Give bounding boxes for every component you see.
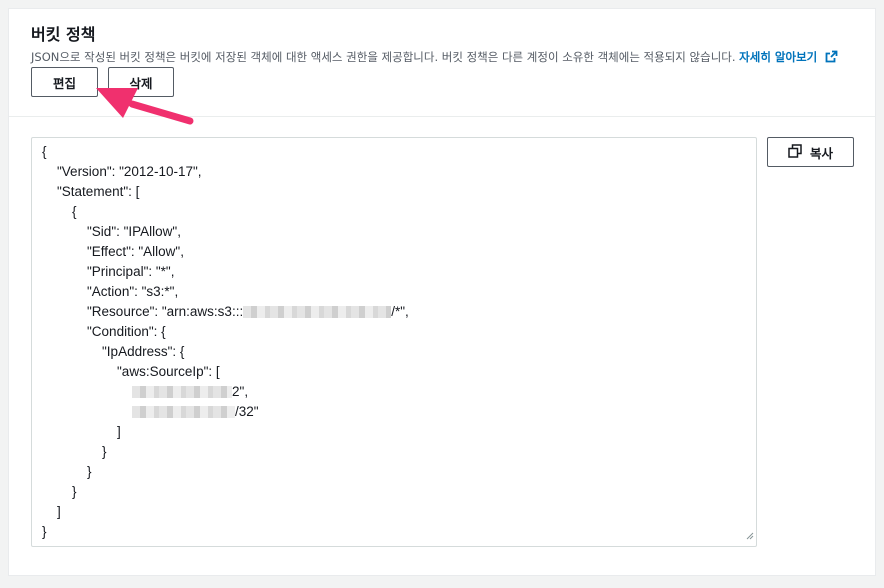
- panel-header: 버킷 정책 JSON으로 작성된 버킷 정책은 버킷에 저장된 객체에 대한 액…: [9, 9, 875, 117]
- delete-button[interactable]: 삭제: [108, 67, 174, 97]
- bucket-policy-panel: 버킷 정책 JSON으로 작성된 버킷 정책은 버킷에 저장된 객체에 대한 액…: [8, 8, 876, 576]
- code-line: "IpAddress": {: [42, 344, 185, 359]
- description-text: JSON으로 작성된 버킷 정책은 버킷에 저장된 객체에 대한 액세스 권한을…: [31, 50, 736, 64]
- external-link-icon: [825, 50, 838, 66]
- code-line-ip-2: /32": [42, 402, 409, 422]
- code-line: "Sid": "IPAllow",: [42, 224, 181, 239]
- resource-prefix: "Resource": "arn:aws:s3:::: [42, 304, 244, 319]
- code-line: "Statement": [: [42, 184, 140, 199]
- redacted-bucket-name: [243, 306, 392, 319]
- copy-icon: [788, 143, 810, 161]
- code-line: }: [42, 464, 92, 479]
- code-line: }: [42, 524, 47, 539]
- redacted-ip-address: [132, 406, 236, 419]
- code-line: "Action": "s3:*",: [42, 284, 179, 299]
- learn-more-link[interactable]: 자세히 알아보기: [739, 50, 838, 64]
- resize-grip-icon[interactable]: [746, 525, 754, 544]
- resource-suffix: /*",: [391, 304, 409, 319]
- panel-title: 버킷 정책: [31, 25, 96, 44]
- edit-button[interactable]: 편집: [31, 67, 98, 97]
- ip-indent: [42, 384, 132, 399]
- panel-description: JSON으로 작성된 버킷 정책은 버킷에 저장된 객체에 대한 액세스 권한을…: [31, 49, 838, 66]
- code-line-ip-1: 2",: [42, 382, 409, 402]
- ip-suffix: 2",: [232, 384, 249, 399]
- learn-more-label: 자세히 알아보기: [739, 50, 818, 64]
- code-line: ]: [42, 424, 121, 439]
- code-line: "Principal": "*",: [42, 264, 175, 279]
- code-line: "Version": "2012-10-17",: [42, 164, 202, 179]
- redacted-ip-address: [132, 386, 233, 399]
- code-line: }: [42, 484, 77, 499]
- code-line: ]: [42, 504, 61, 519]
- code-line: }: [42, 444, 107, 459]
- copy-label: 복사: [809, 145, 833, 161]
- policy-json-viewer[interactable]: { "Version": "2012-10-17", "Statement": …: [31, 137, 757, 547]
- code-line: {: [42, 144, 47, 159]
- code-line: {: [42, 204, 77, 219]
- code-line: "Condition": {: [42, 324, 166, 339]
- ip-suffix: /32": [235, 404, 259, 419]
- code-line: "aws:SourceIp": [: [42, 364, 220, 379]
- ip-indent: [42, 404, 132, 419]
- code-line-resource: "Resource": "arn:aws:s3:::/*",: [42, 302, 409, 322]
- copy-button[interactable]: 복사: [767, 137, 854, 167]
- code-line: "Effect": "Allow",: [42, 244, 184, 259]
- policy-json-code: { "Version": "2012-10-17", "Statement": …: [42, 142, 409, 542]
